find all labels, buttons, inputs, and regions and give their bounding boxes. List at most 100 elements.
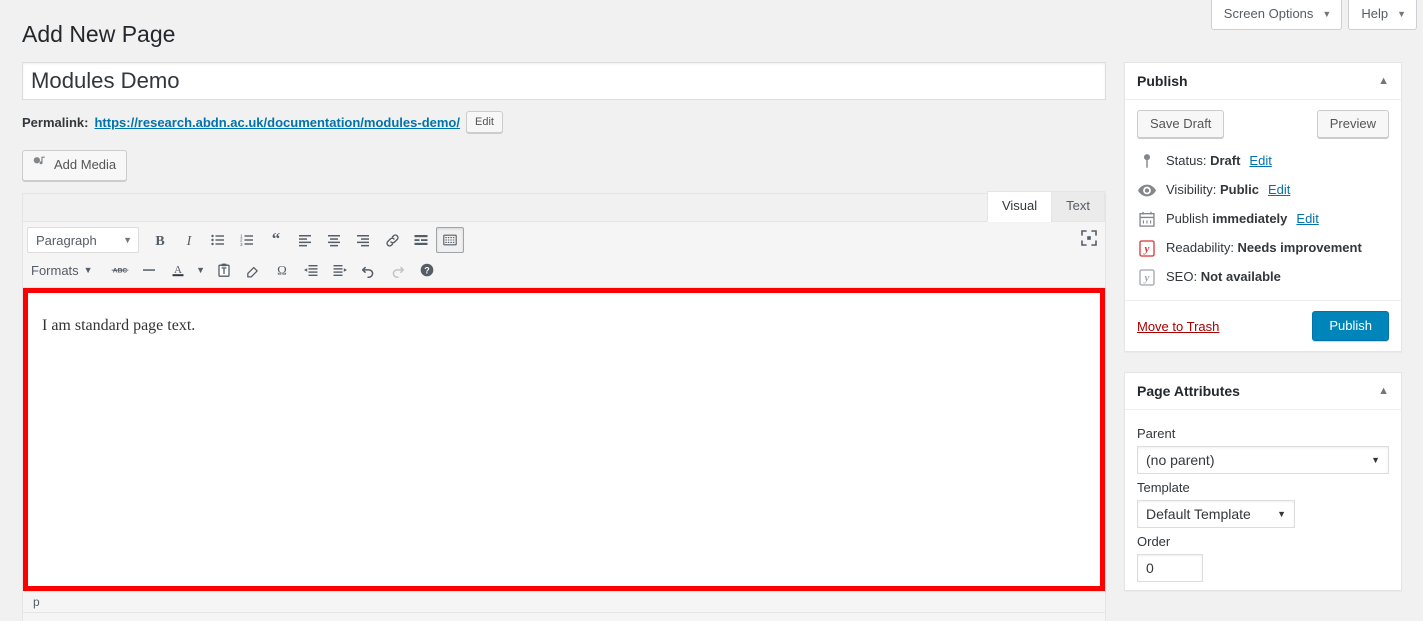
edit-publish-date-link[interactable]: Edit [1296,210,1318,228]
chevron-up-icon[interactable]: ▲ [1378,75,1389,87]
svg-text:B: B [155,234,164,248]
publish-box-title: Publish [1137,73,1188,89]
chevron-up-icon[interactable]: ▲ [1378,385,1389,397]
help-label: Help [1361,6,1389,21]
clear-formatting-icon[interactable] [239,257,267,283]
increase-indent-icon[interactable] [326,257,354,283]
wordpress-add-new-page-screen: Screen Options ▼ Help ▼ Add New Page Per… [0,0,1423,621]
permalink-label: Permalink: [22,114,89,130]
format-select[interactable]: Paragraph ▼ [27,227,139,253]
element-path-bar: p [23,591,1105,612]
visibility-text: Visibility: Public [1166,182,1259,197]
post-title-input[interactable] [22,62,1106,100]
align-center-icon[interactable] [320,227,348,253]
blockquote-icon[interactable]: “ [262,227,290,253]
format-select-value: Paragraph [36,232,97,248]
undo-icon[interactable] [355,257,383,283]
horizontal-rule-icon[interactable] [135,257,163,283]
edit-status-link[interactable]: Edit [1249,152,1271,170]
publish-button[interactable]: Publish [1312,311,1389,341]
sidebar-column: Publish ▲ Save Draft Preview Status: Dra… [1124,62,1402,611]
chevron-down-icon: ▼ [1322,9,1332,19]
svg-text:y: y [1143,243,1150,255]
page-title: Add New Page [22,21,176,47]
chevron-down-icon: ▼ [196,265,206,275]
add-media-label: Add Media [54,157,117,172]
media-icon [32,155,47,175]
decrease-indent-icon[interactable] [297,257,325,283]
calendar-icon [1137,211,1157,227]
formats-menu-button[interactable]: Formats ▼ [27,257,101,283]
tab-visual[interactable]: Visual [986,191,1053,222]
numbered-list-icon[interactable]: 1 2 3 [233,227,261,253]
add-media-button[interactable]: Add Media [22,150,128,181]
svg-text:“: “ [272,232,281,248]
tab-text[interactable]: Text [1051,191,1105,222]
template-select[interactable]: Default Template ▼ [1137,500,1295,528]
order-input[interactable] [1137,554,1203,582]
permalink-url-link[interactable]: https://research.abdn.ac.uk/documentatio… [94,115,460,130]
yoast-seo-icon: y [1137,268,1157,286]
text-color-icon[interactable]: A [164,257,192,283]
yoast-readability-icon: y [1137,239,1157,257]
svg-text:?: ? [424,266,430,276]
edit-visibility-link[interactable]: Edit [1268,181,1290,199]
align-left-icon[interactable] [291,227,319,253]
seo-text: SEO: Not available [1166,269,1281,284]
parent-label: Parent [1137,426,1176,441]
save-draft-button[interactable]: Save Draft [1137,110,1225,138]
visibility-row: Visibility: Public Edit [1137,176,1389,205]
bulleted-list-icon[interactable] [204,227,232,253]
italic-icon[interactable]: I [175,227,203,253]
template-select-value: Default Template [1146,506,1251,522]
svg-text:I: I [186,234,193,248]
screen-options-button[interactable]: Screen Options ▼ [1210,0,1343,30]
publish-minor-actions: Save Draft Preview [1137,110,1389,138]
preview-button[interactable]: Preview [1316,110,1389,138]
special-character-icon[interactable]: Ω [268,257,296,283]
readability-row: y Readability: Needs improvement [1137,234,1389,263]
page-attributes-title: Page Attributes [1137,383,1240,399]
strikethrough-icon[interactable]: ABC [106,257,134,283]
svg-text:y: y [1143,272,1150,284]
pin-icon [1137,153,1157,169]
chevron-down-icon: ▼ [1371,455,1380,465]
edit-permalink-button[interactable]: Edit [466,111,503,133]
media-buttons-row: Add Media [22,150,1106,181]
publish-box: Publish ▲ Save Draft Preview Status: Dra… [1124,62,1402,352]
toolbar-row-1: Paragraph ▼ B I 1 2 3 “ [27,225,1101,255]
toolbar-row-2: Formats ▼ ABC A ▼ Ω ? [27,255,1101,285]
chevron-down-icon: ▼ [1397,9,1406,19]
toolbar-toggle-icon[interactable] [436,227,464,253]
readability-text: Readability: Needs improvement [1166,240,1362,255]
svg-text:3: 3 [240,242,243,247]
text-color-dropdown-icon[interactable]: ▼ [193,257,209,283]
read-more-icon[interactable] [407,227,435,253]
insert-link-icon[interactable] [378,227,406,253]
page-attributes-header: Page Attributes ▲ [1125,373,1401,410]
editor-content-area[interactable]: I am standard page text. [23,288,1105,591]
publish-box-header: Publish ▲ [1125,63,1401,100]
publish-box-body: Save Draft Preview Status: Draft Edit Vi… [1125,100,1401,300]
status-row: Status: Draft Edit [1137,147,1389,176]
keyboard-shortcuts-icon[interactable]: ? [413,257,441,283]
chevron-down-icon: ▼ [1277,509,1286,519]
redo-icon[interactable] [384,257,412,283]
bold-icon[interactable]: B [146,227,174,253]
align-right-icon[interactable] [349,227,377,253]
paste-as-text-icon[interactable] [210,257,238,283]
distraction-free-writing-icon[interactable] [1079,228,1099,251]
parent-select[interactable]: (no parent) ▼ [1137,446,1389,474]
screen-meta-bar: Screen Options ▼ Help ▼ [1210,0,1417,30]
eye-icon [1137,184,1157,197]
editor-paragraph: I am standard page text. [42,317,196,334]
template-label: Template [1137,480,1190,495]
page-attributes-body: Parent (no parent) ▼ Template Default Te… [1125,410,1401,590]
move-to-trash-link[interactable]: Move to Trash [1137,319,1219,334]
chevron-down-icon: ▼ [123,235,132,245]
seo-row: y SEO: Not available [1137,263,1389,292]
publish-date-text: Publish immediately [1166,211,1288,226]
parent-select-value: (no parent) [1146,452,1215,468]
help-button[interactable]: Help ▼ [1348,0,1417,30]
svg-text:ABC: ABC [112,268,127,275]
